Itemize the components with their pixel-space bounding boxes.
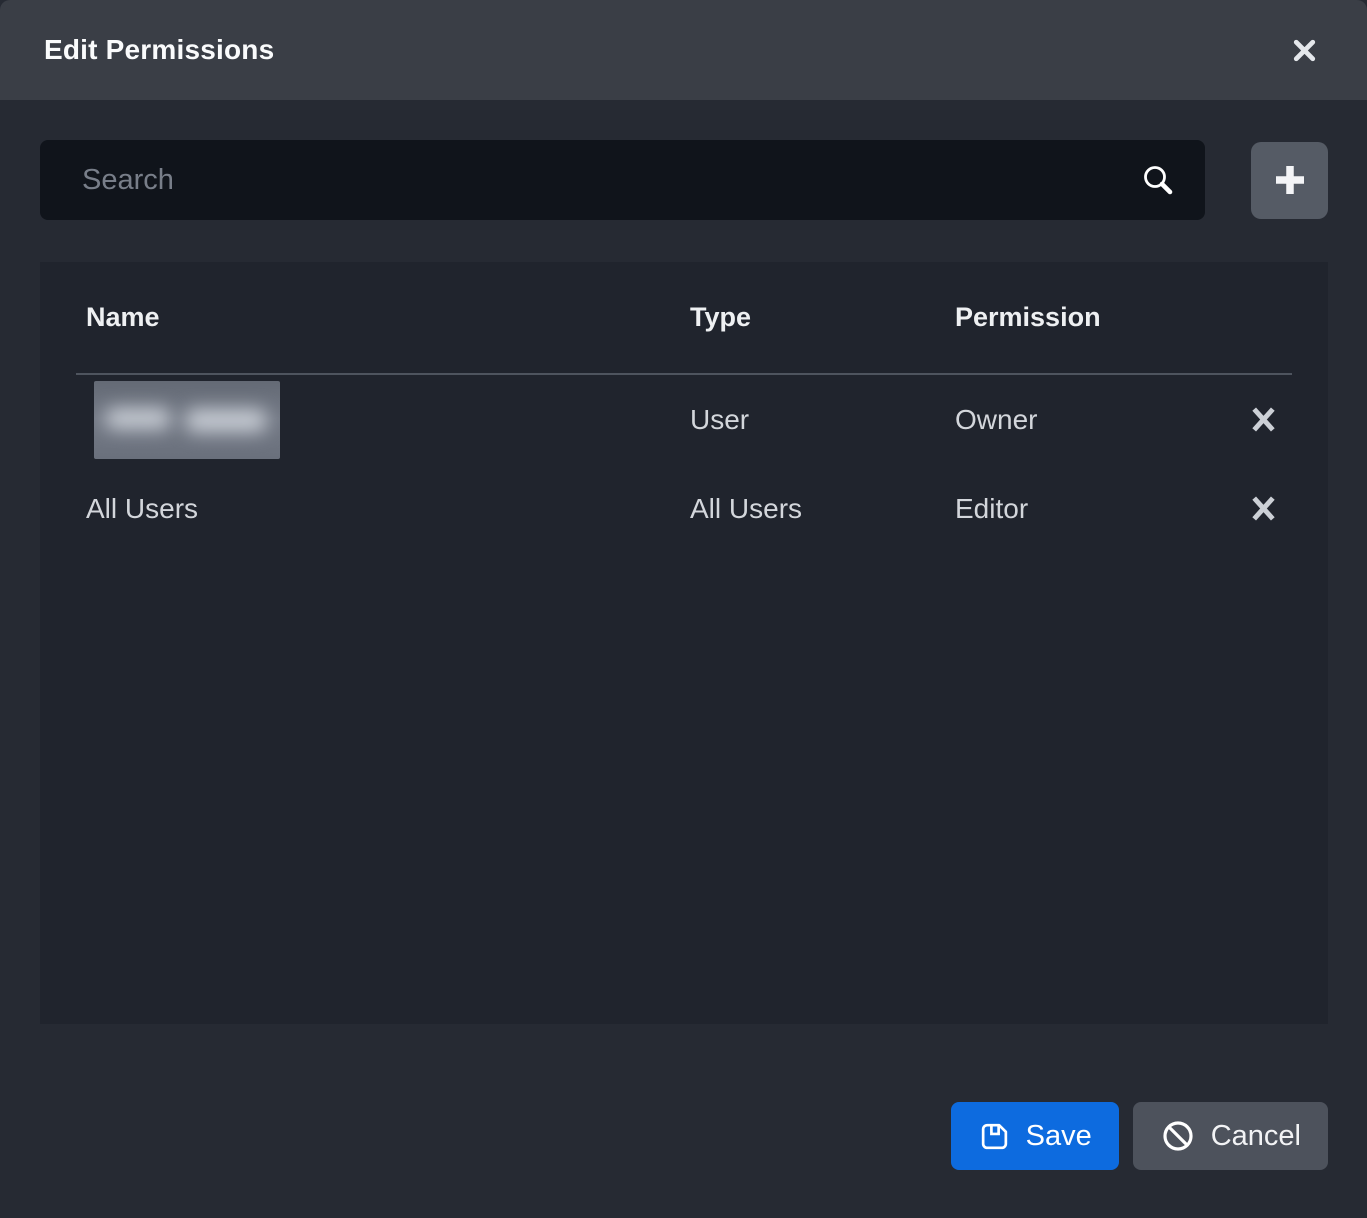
save-button[interactable]: Save [951,1102,1119,1170]
dialog-title: Edit Permissions [44,34,274,66]
close-icon [1289,35,1320,66]
edit-permissions-dialog: Edit Permissions [0,0,1367,1218]
table-row: User Owner [76,375,1292,464]
dialog-header: Edit Permissions [0,0,1367,100]
cancel-button-label: Cancel [1211,1120,1301,1153]
redacted-name-blur [94,381,280,459]
cancel-button[interactable]: Cancel [1133,1102,1328,1170]
permissions-panel: Name Type Permission User Owner [40,262,1328,1024]
floppy-disk-icon [978,1120,1011,1153]
column-header-name: Name [76,302,680,333]
x-icon [1249,494,1278,523]
search-input[interactable] [40,140,1205,220]
column-header-permission: Permission [945,302,1245,333]
cell-permission: Editor [945,493,1245,525]
cell-type: All Users [680,493,945,525]
toolbar [40,140,1328,220]
cell-permission: Owner [945,404,1245,436]
ban-icon [1160,1118,1196,1154]
dialog-footer: Save Cancel [0,1102,1328,1170]
save-button-label: Save [1026,1120,1092,1153]
remove-row-button[interactable] [1247,493,1279,525]
table-header-row: Name Type Permission [76,262,1292,375]
add-permission-button[interactable] [1251,142,1328,219]
plus-icon [1267,157,1313,203]
cell-name [76,381,680,459]
close-button[interactable] [1287,33,1321,67]
remove-row-button[interactable] [1247,404,1279,436]
cell-type: User [680,404,945,436]
search-field-wrap [40,140,1205,220]
cell-name: All Users [76,493,680,525]
table-row: All Users All Users Editor [76,464,1292,553]
column-header-type: Type [680,302,945,333]
x-icon [1249,405,1278,434]
